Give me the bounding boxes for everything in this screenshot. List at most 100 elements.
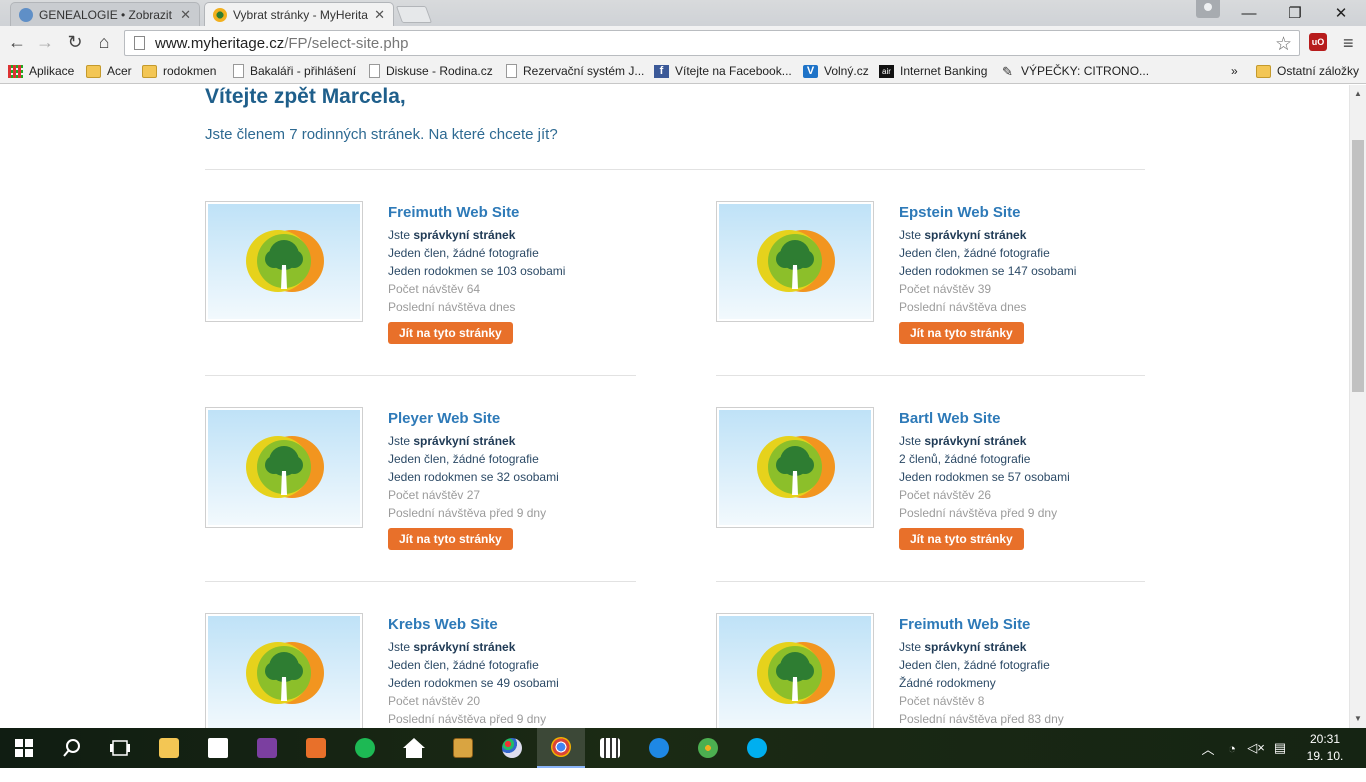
overflow-label: »: [1231, 64, 1238, 78]
start-button[interactable]: [0, 728, 48, 768]
close-tab-icon[interactable]: ✕: [374, 7, 385, 23]
thumbnail-background: [719, 410, 871, 525]
bookmark-internet-banking[interactable]: air Internet Banking: [879, 62, 987, 80]
bookmark-label: Aplikace: [29, 64, 75, 78]
bookmark-acer[interactable]: Acer: [86, 62, 132, 80]
edge-icon: [649, 738, 669, 758]
tab-title: GENEALOGIE • Zobrazit té: [39, 7, 175, 22]
role-prefix: Jste: [899, 434, 925, 448]
site-thumbnail[interactable]: [716, 407, 874, 528]
paint-taskbar[interactable]: [488, 728, 536, 768]
pen-icon: ✎: [1002, 63, 1013, 79]
spotify-icon: [355, 738, 375, 758]
bookmark-facebook[interactable]: f Vítejte na Facebook...: [654, 62, 792, 80]
user-profile-icon[interactable]: [1196, 0, 1220, 18]
bookmark-rezervacni[interactable]: Rezervační systém J...: [506, 62, 644, 80]
spotify-taskbar[interactable]: [341, 728, 389, 768]
tab-genealogie[interactable]: GENEALOGIE • Zobrazit té ✕: [10, 2, 200, 26]
home-taskbar[interactable]: [390, 728, 438, 768]
wifi-icon[interactable]: ◔: [1220, 741, 1244, 756]
close-tab-icon[interactable]: ✕: [180, 7, 191, 23]
page-icon: [233, 64, 244, 78]
scroll-down-arrow-icon[interactable]: ▼: [1354, 714, 1362, 723]
new-tab-button[interactable]: [395, 6, 433, 23]
role-prefix: Jste: [899, 228, 925, 242]
page-info-icon[interactable]: [134, 36, 145, 50]
forward-arrow-icon[interactable]: →: [33, 30, 57, 54]
taskbar-clock[interactable]: 20:31 19. 10. 2015: [1292, 731, 1358, 782]
clock-time: 20:31: [1309, 732, 1341, 746]
site-name-link[interactable]: Pleyer Web Site: [388, 410, 500, 427]
bookmark-vypecky[interactable]: ✎ VÝPEČKY: CITRONO...: [1000, 62, 1149, 80]
site-role: Jste správkyní stránek: [388, 640, 515, 654]
bookmark-star-icon[interactable]: ☆: [1275, 33, 1292, 56]
site-thumbnail[interactable]: [205, 407, 363, 528]
page-icon: [369, 64, 380, 78]
site-visits: Počet návštěv 27: [388, 488, 481, 502]
scrollbar-thumb[interactable]: [1352, 140, 1364, 392]
minimize-button[interactable]: —: [1226, 0, 1272, 26]
chrome-menu-icon[interactable]: ≡: [1343, 33, 1354, 54]
site-name-link[interactable]: Epstein Web Site: [899, 204, 1020, 221]
page-subtitle: Jste členem 7 rodinných stránek. Na kter…: [205, 126, 558, 143]
bookmark-aplikace[interactable]: Aplikace: [8, 62, 74, 80]
ublock-extension-icon[interactable]: uO: [1309, 33, 1327, 51]
go-to-site-button[interactable]: Jít na tyto stránky: [388, 322, 513, 344]
site-trees: Žádné rodokmeny: [899, 676, 996, 690]
task-view-button[interactable]: [96, 728, 144, 768]
divider: [205, 375, 636, 376]
chrome-taskbar[interactable]: [537, 728, 585, 768]
go-to-site-button[interactable]: Jít na tyto stránky: [899, 528, 1024, 550]
search-button[interactable]: [48, 728, 96, 768]
go-to-site-button[interactable]: Jít na tyto stránky: [388, 528, 513, 550]
store-taskbar[interactable]: [194, 728, 242, 768]
volume-muted-icon[interactable]: ◁×: [1244, 740, 1268, 756]
system-tray: ︿ ◔ ◁× ▤: [1196, 728, 1292, 768]
clock-date: 19. 10. 2015: [1306, 749, 1344, 780]
action-center-icon[interactable]: ▤: [1268, 740, 1292, 756]
site-name-link[interactable]: Freimuth Web Site: [899, 616, 1030, 633]
tab-vybrat-stranky[interactable]: Vybrat stránky - MyHerita ✕: [204, 2, 394, 26]
bookmark-diskuse[interactable]: Diskuse - Rodina.cz: [369, 62, 493, 80]
icq-taskbar[interactable]: [684, 728, 732, 768]
close-window-button[interactable]: ✕: [1318, 0, 1364, 26]
url-host: www.myheritage.cz: [155, 34, 285, 52]
site-trees: Jeden rodokmen se 49 osobami: [388, 676, 559, 690]
other-bookmarks-folder[interactable]: Ostatní záložky: [1256, 62, 1359, 80]
restore-button[interactable]: ❐: [1272, 0, 1318, 26]
bookmark-bakalari[interactable]: Bakaláři - přihlášení: [233, 62, 356, 80]
page-title: Vítejte zpět Marcela,: [205, 85, 406, 108]
site-name-link[interactable]: Freimuth Web Site: [388, 204, 519, 221]
bookmark-volny[interactable]: V Volný.cz: [803, 62, 869, 80]
vertical-scrollbar[interactable]: ▲ ▼: [1349, 85, 1366, 728]
calculator-taskbar[interactable]: [586, 728, 634, 768]
site-name-link[interactable]: Bartl Web Site: [899, 410, 1000, 427]
onenote-taskbar[interactable]: [243, 728, 291, 768]
edge-taskbar[interactable]: [635, 728, 683, 768]
address-bar[interactable]: www.myheritage.cz/FP/select-site.php: [124, 30, 1300, 56]
site-thumbnail[interactable]: [716, 613, 874, 728]
bookmarks-overflow-button[interactable]: »: [1231, 62, 1238, 80]
site-thumbnail[interactable]: [205, 613, 363, 728]
file-explorer-icon: [159, 738, 179, 758]
photos-taskbar[interactable]: [292, 728, 340, 768]
scroll-up-arrow-icon[interactable]: ▲: [1354, 89, 1362, 98]
reload-icon[interactable]: ↻: [63, 30, 87, 54]
calculator-icon: [600, 738, 620, 758]
site-thumbnail[interactable]: [716, 201, 874, 322]
show-hidden-icons-chevron-icon[interactable]: ︿: [1196, 739, 1220, 758]
divider: [716, 375, 1145, 376]
site-thumbnail[interactable]: [205, 201, 363, 322]
chrome-icon: [551, 737, 571, 757]
archive-taskbar[interactable]: [439, 728, 487, 768]
back-arrow-icon[interactable]: ←: [5, 30, 29, 54]
file-explorer-taskbar[interactable]: [145, 728, 193, 768]
skype-taskbar[interactable]: [733, 728, 781, 768]
bookmark-rodokmen[interactable]: rodokmen: [142, 62, 216, 80]
bookmark-label: Vítejte na Facebook...: [675, 64, 792, 78]
home-icon[interactable]: ⌂: [92, 30, 116, 54]
site-name-link[interactable]: Krebs Web Site: [388, 616, 498, 633]
role-prefix: Jste: [388, 228, 414, 242]
role-value: správkyní stránek: [413, 228, 516, 242]
go-to-site-button[interactable]: Jít na tyto stránky: [899, 322, 1024, 344]
